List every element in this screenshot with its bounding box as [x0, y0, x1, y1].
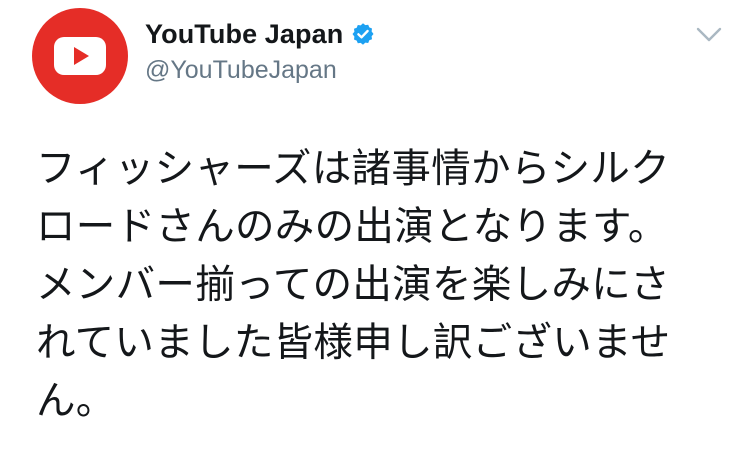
tweet-text-line: ん。	[36, 378, 116, 424]
tweet-text-line: メンバー揃っての出演を楽しみにさ	[36, 262, 671, 308]
tweet-text-line: ロードさんのみの出演となります。	[36, 204, 668, 250]
tweet-text-line: れていました皆様申し訳ございませ	[36, 320, 671, 366]
youtube-play-logo-icon	[54, 37, 106, 75]
tweet-card: YouTube Japan @YouTubeJapan フィッシャーズは諸事情か…	[0, 0, 750, 463]
chevron-down-icon[interactable]	[696, 26, 722, 44]
tweet-text-line: フィッシャーズは諸事情からシルク	[36, 146, 671, 192]
avatar[interactable]	[32, 8, 128, 104]
tweet-text: フィッシャーズは諸事情からシルク ロードさんのみの出演となります。 メンバー揃っ…	[36, 140, 736, 430]
display-name[interactable]: YouTube Japan	[145, 19, 343, 50]
verified-badge-icon	[352, 23, 374, 45]
name-row: YouTube Japan	[145, 14, 375, 54]
author-block: YouTube Japan @YouTubeJapan	[145, 14, 375, 85]
handle[interactable]: @YouTubeJapan	[145, 56, 375, 85]
